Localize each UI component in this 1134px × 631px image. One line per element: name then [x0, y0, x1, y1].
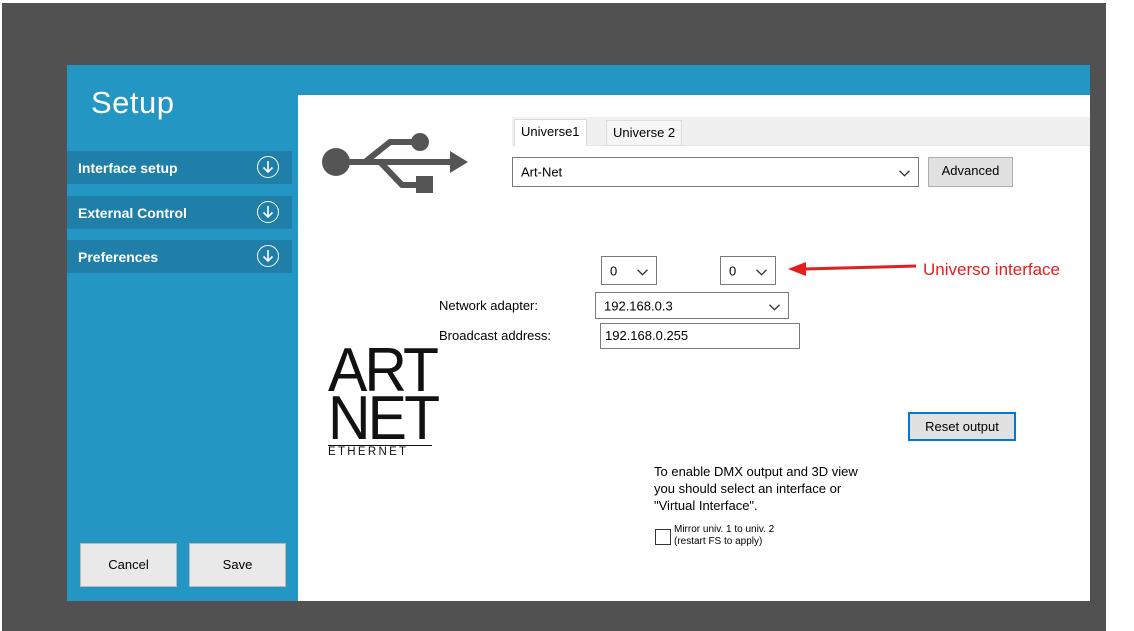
- annotation-label: Universo interface: [923, 260, 1061, 279]
- reset-output-button[interactable]: Reset output: [908, 412, 1016, 441]
- usb-icon: [322, 133, 468, 193]
- protocol-select[interactable]: Art-Net: [512, 157, 919, 187]
- cancel-button[interactable]: Cancel: [80, 543, 177, 587]
- chevron-down-icon: [899, 165, 910, 180]
- sidebar-item-label: Preferences: [78, 249, 159, 265]
- advanced-button[interactable]: Advanced: [928, 157, 1013, 187]
- network-adapter-label: Network adapter:: [439, 298, 538, 313]
- network-adapter-select[interactable]: 192.168.0.3: [595, 292, 789, 319]
- arrow-down-circle-icon: [257, 245, 279, 267]
- universe-select-b[interactable]: 0: [720, 256, 776, 285]
- broadcast-address-field[interactable]: 192.168.0.255: [600, 323, 800, 349]
- universe-tabs: Universe1 Universe 2: [512, 117, 1090, 146]
- sidebar-item-external-control[interactable]: External Control: [67, 196, 292, 229]
- sidebar: Setup Interface setup External Control P…: [67, 65, 298, 601]
- sidebar-item-preferences[interactable]: Preferences: [67, 240, 292, 273]
- tab-universe2[interactable]: Universe 2: [606, 120, 683, 146]
- chevron-down-icon: [769, 299, 780, 314]
- chevron-down-icon: [637, 264, 648, 279]
- arrow-down-circle-icon: [257, 201, 279, 223]
- setup-title: Setup: [91, 85, 175, 120]
- sidebar-item-label: Interface setup: [78, 160, 178, 176]
- artnet-logo: ART NET ETHERNET: [328, 336, 440, 458]
- tab-universe1[interactable]: Universe1: [514, 119, 587, 146]
- main-content: Universe1 Universe 2 Art-Net Advanced 0 …: [298, 95, 1090, 601]
- chevron-down-icon: [756, 264, 767, 279]
- universe-select-a[interactable]: 0: [601, 256, 657, 285]
- mirror-universe-checkbox[interactable]: [655, 529, 671, 545]
- arrow-down-circle-icon: [257, 156, 279, 178]
- universe-select-a-value: 0: [610, 263, 618, 278]
- protocol-select-value: Art-Net: [521, 164, 563, 180]
- broadcast-address-label: Broadcast address:: [439, 328, 552, 343]
- setup-window: Setup Interface setup External Control P…: [67, 65, 1090, 601]
- sidebar-item-interface-setup[interactable]: Interface setup: [67, 151, 292, 184]
- dmx-info-text: To enable DMX output and 3D view you sho…: [654, 464, 858, 513]
- annotation-arrow-icon: [788, 262, 917, 276]
- sidebar-item-label: External Control: [78, 205, 187, 221]
- network-adapter-value: 192.168.0.3: [604, 298, 673, 313]
- save-button[interactable]: Save: [189, 543, 286, 587]
- mirror-universe-label: Mirror univ. 1 to univ. 2 (restart FS to…: [674, 524, 775, 547]
- universe-select-b-value: 0: [729, 263, 737, 278]
- top-bar: [298, 65, 1090, 95]
